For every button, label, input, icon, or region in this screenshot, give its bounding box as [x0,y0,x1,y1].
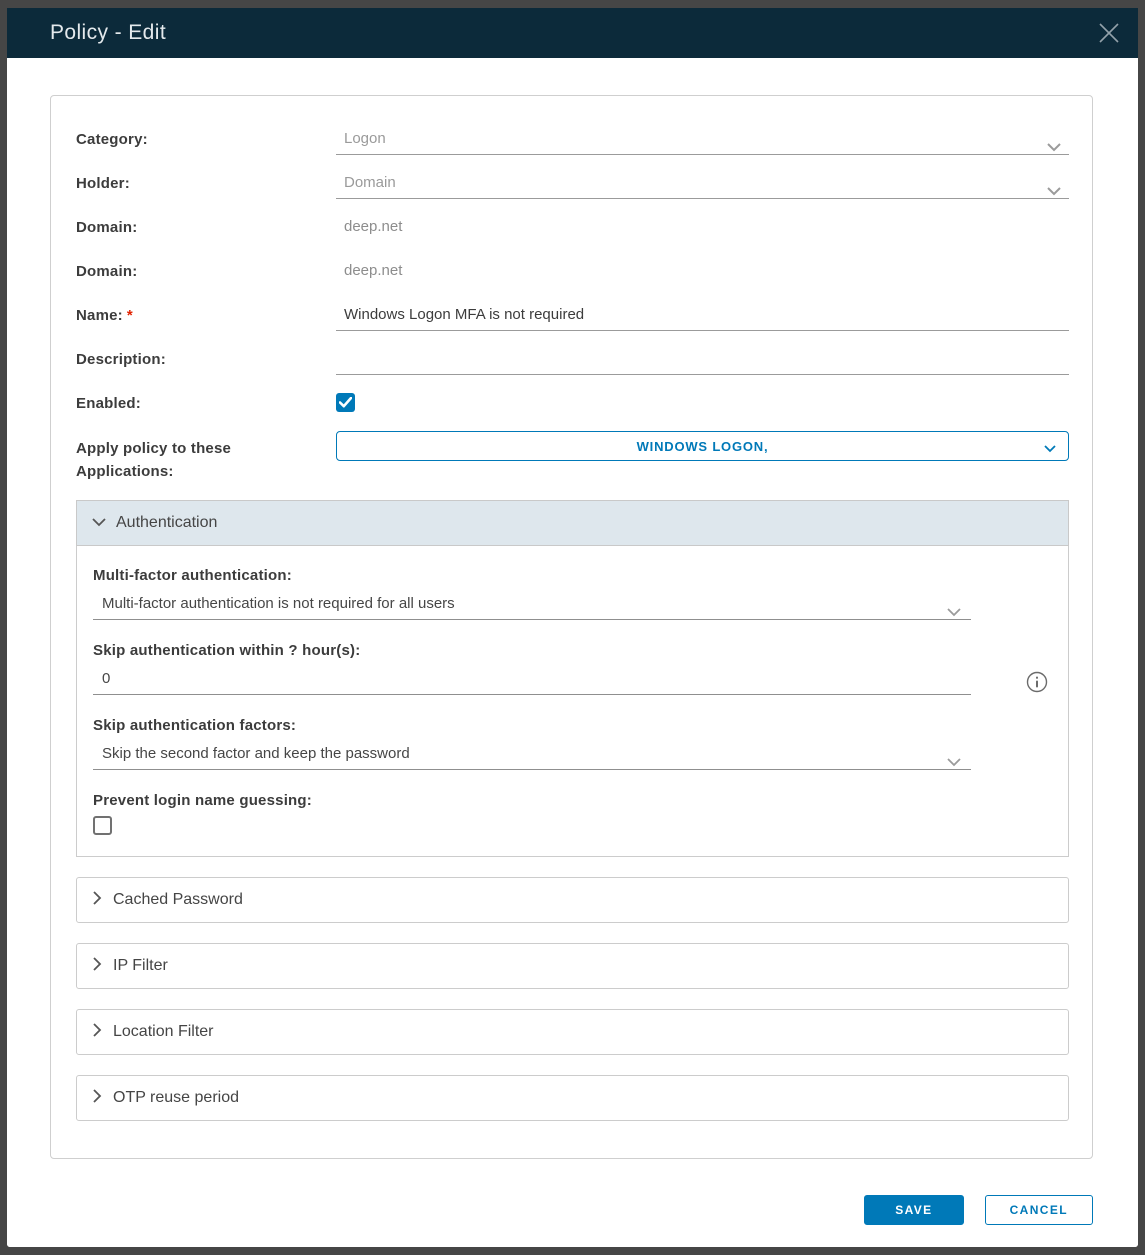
save-button[interactable]: SAVE [864,1195,963,1225]
chevron-right-icon [93,1089,102,1108]
chevron-down-icon [947,749,961,777]
mfa-value: Multi-factor authentication is not requi… [102,595,455,612]
authentication-panel: Multi-factor authentication: Multi-facto… [76,546,1069,857]
mfa-label: Multi-factor authentication: [93,567,1052,584]
section-title: OTP reuse period [113,1089,239,1107]
section-title: Authentication [116,514,217,532]
mfa-select[interactable]: Multi-factor authentication is not requi… [93,590,971,620]
info-icon[interactable] [1026,671,1048,693]
close-icon[interactable] [1097,21,1121,45]
mfa-group: Multi-factor authentication: Multi-facto… [93,567,1052,620]
applications-multiselect[interactable]: WINDOWS LOGON, [336,431,1069,461]
apply-policy-row: Apply policy to these Applications: WIND… [76,428,1069,483]
holder-value: Domain [344,174,396,191]
domain-row: Domain: deep.net [76,208,1069,252]
section-ip-filter[interactable]: IP Filter [76,943,1069,989]
chevron-right-icon [93,957,102,976]
section-title: Cached Password [113,891,243,909]
skip-factors-value: Skip the second factor and keep the pass… [102,745,410,762]
policy-edit-dialog: Policy - Edit Category: Logon [7,8,1138,1247]
domain-label: Domain: [76,208,336,236]
section-title: Location Filter [113,1023,214,1041]
cancel-button[interactable]: CANCEL [985,1195,1093,1225]
chevron-down-icon [1047,134,1061,162]
name-row: Name:* Windows Logon MFA is not required [76,296,1069,340]
category-label: Category: [76,120,336,148]
section-location-filter[interactable]: Location Filter [76,1009,1069,1055]
holder-select[interactable]: Domain [336,169,1069,199]
chevron-down-icon [1047,178,1061,206]
prevent-guessing-group: Prevent login name guessing: [93,792,1052,835]
skip-hours-input[interactable]: 0 [93,665,971,695]
chevron-right-icon [93,1023,102,1042]
category-row: Category: Logon [76,120,1069,164]
name-label: Name:* [76,296,336,324]
name-input[interactable]: Windows Logon MFA is not required [336,301,1069,331]
section-authentication[interactable]: Authentication [76,500,1069,546]
required-asterisk: * [127,307,133,324]
enabled-label: Enabled: [76,384,336,412]
prevent-guessing-label: Prevent login name guessing: [93,792,1052,809]
section-title: IP Filter [113,957,168,975]
prevent-guessing-checkbox[interactable] [93,816,112,835]
skip-factors-select[interactable]: Skip the second factor and keep the pass… [93,740,971,770]
skip-factors-label: Skip authentication factors: [93,717,1052,734]
chevron-down-icon [1044,441,1056,456]
enabled-row: Enabled: [76,384,1069,428]
domain-value: deep.net [336,257,1069,285]
category-select[interactable]: Logon [336,125,1069,155]
skip-hours-label: Skip authentication within ? hour(s): [93,642,1052,659]
chevron-down-icon [92,514,106,532]
dialog-footer: SAVE CANCEL [50,1195,1093,1225]
dim-backdrop: Policy - Edit Category: Logon [0,0,1145,1255]
description-input[interactable] [336,345,1069,375]
check-icon [339,397,352,408]
section-cached-password[interactable]: Cached Password [76,877,1069,923]
chevron-down-icon [947,599,961,627]
holder-row: Holder: Domain [76,164,1069,208]
domain-value: deep.net [336,213,1069,241]
dialog-body: Category: Logon Holder: [7,58,1138,1247]
dialog-title: Policy - Edit [50,21,166,45]
description-row: Description: [76,340,1069,384]
description-label: Description: [76,340,336,368]
skip-factors-group: Skip authentication factors: Skip the se… [93,717,1052,770]
enabled-checkbox[interactable] [336,393,355,412]
apply-policy-label: Apply policy to these Applications: [76,428,336,483]
domain-label: Domain: [76,252,336,280]
dialog-header: Policy - Edit [7,8,1138,58]
policy-form-card: Category: Logon Holder: [50,95,1093,1159]
domain-row: Domain: deep.net [76,252,1069,296]
skip-hours-group: Skip authentication within ? hour(s): 0 [93,642,1052,695]
section-otp-reuse-period[interactable]: OTP reuse period [76,1075,1069,1121]
holder-label: Holder: [76,164,336,192]
category-value: Logon [344,130,386,147]
applications-value: WINDOWS LOGON, [637,439,769,454]
chevron-right-icon [93,891,102,910]
